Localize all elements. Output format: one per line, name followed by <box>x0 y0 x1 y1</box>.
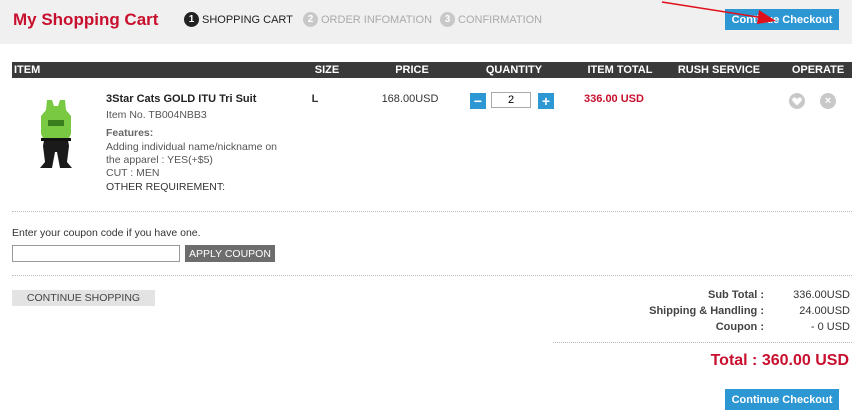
page-title: My Shopping Cart <box>13 10 159 29</box>
step-number: 2 <box>303 12 318 27</box>
item-price: 168.00USD <box>381 93 439 105</box>
column-header-item-total: ITEM TOTAL <box>587 64 653 76</box>
arrow-pointer <box>661 1 776 24</box>
coupon-discount-value: - 0 USD <box>810 321 850 333</box>
product-image <box>40 100 72 168</box>
step-label: SHOPPING CART <box>202 13 293 26</box>
feature-line: CUT : MEN <box>106 167 160 179</box>
shipping-value: 24.00USD <box>799 305 850 317</box>
column-header-price: PRICE <box>395 64 429 76</box>
coupon-discount-label: Coupon : <box>715 321 764 333</box>
step-label: ORDER INFOMATION <box>321 13 433 26</box>
feature-line: Adding individual name/nickname on <box>106 141 278 153</box>
step-number: 3 <box>440 12 455 27</box>
subtotal-value: 336.00USD <box>793 289 850 301</box>
heart-icon <box>792 96 802 105</box>
table-header: ITEM SIZE PRICE QUANTITY ITEM TOTAL RUSH… <box>12 62 852 78</box>
feature-line: OTHER REQUIREMENT: <box>106 181 226 193</box>
product-item-number: Item No. TB004NBB3 <box>106 109 207 121</box>
column-header-rush-service: RUSH SERVICE <box>677 64 761 76</box>
coupon-input[interactable] <box>12 245 180 262</box>
apply-coupon-button[interactable]: APPLY COUPON <box>185 245 275 262</box>
quantity-decrease-button[interactable]: − <box>470 93 486 109</box>
divider <box>12 211 852 212</box>
shipping-label: Shipping & Handling : <box>649 305 764 317</box>
step-order-information: 2 ORDER INFOMATION <box>303 12 432 27</box>
column-header-item: ITEM <box>14 64 41 76</box>
close-icon: × <box>824 95 832 107</box>
item-size: L <box>311 93 319 105</box>
order-total: Total : 360.00 USD <box>710 352 849 369</box>
item-total: 336.00 USD <box>584 93 644 105</box>
summary-divider <box>553 342 852 343</box>
quantity-input[interactable] <box>491 92 531 108</box>
column-header-operate: OPERATE <box>791 64 845 76</box>
step-label: CONFIRMATION <box>458 13 543 26</box>
divider <box>12 275 852 276</box>
feature-line: the apparel : YES(+$5) <box>106 154 213 166</box>
wishlist-button[interactable] <box>789 93 805 109</box>
step-shopping-cart: 1 SHOPPING CART <box>184 12 293 27</box>
continue-shopping-button[interactable]: CONTINUE SHOPPING <box>12 290 155 306</box>
subtotal-label: Sub Total : <box>707 289 764 301</box>
product-name: 3Star Cats GOLD ITU Tri Suit <box>106 93 257 105</box>
column-header-size: SIZE <box>314 64 340 76</box>
coupon-prompt: Enter your coupon code if you have one. <box>12 227 201 239</box>
remove-item-button[interactable]: × <box>820 93 836 109</box>
step-number: 1 <box>184 12 199 27</box>
column-header-quantity: QUANTITY <box>485 64 543 76</box>
features-label: Features: <box>106 127 154 139</box>
step-confirmation: 3 CONFIRMATION <box>440 12 542 27</box>
quantity-increase-button[interactable]: + <box>538 93 554 109</box>
